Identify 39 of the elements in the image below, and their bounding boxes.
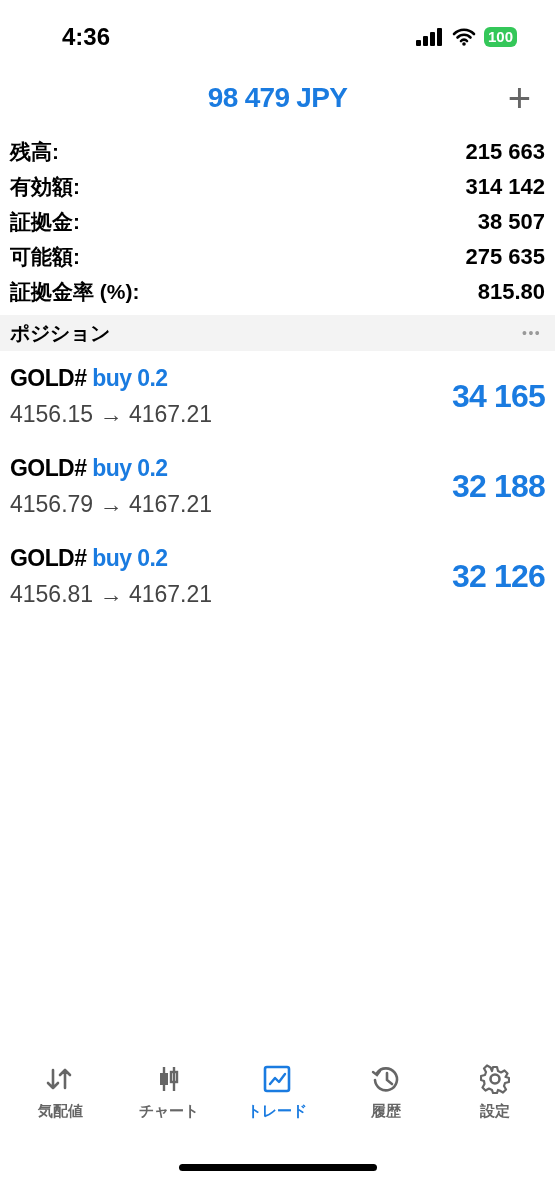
position-order: buy 0.2 — [92, 453, 168, 483]
tab-bar-item[interactable]: 気配値 — [10, 1063, 111, 1122]
settings-icon — [479, 1063, 510, 1094]
wifi-icon — [451, 28, 476, 46]
add-button[interactable]: + — [507, 74, 531, 122]
position-order: buy 0.2 — [92, 543, 168, 573]
account-value: 275 635 — [465, 243, 545, 271]
position-row[interactable]: GOLD# buy 0.2 4156.79 → 4167.21 32 188 — [0, 441, 555, 531]
position-prices: 4156.15 → 4167.21 — [10, 400, 213, 429]
account-value: 38 507 — [477, 208, 545, 236]
position-order: buy 0.2 — [92, 363, 168, 393]
tab-bar-item[interactable]: チャート — [118, 1063, 219, 1122]
section-title: ポジション — [10, 321, 110, 346]
account-value: 314 142 — [465, 173, 545, 201]
account-value: 215 663 — [465, 138, 545, 166]
position-symbol: GOLD# — [10, 363, 87, 393]
position-profit: 32 188 — [451, 467, 545, 506]
account-value: 815.80 — [477, 278, 545, 306]
account-label: 有効額: — [10, 173, 80, 200]
position-symbol: GOLD# — [10, 543, 87, 573]
position-prices: 4156.81 → 4167.21 — [10, 580, 213, 609]
position-profit: 32 126 — [451, 557, 545, 596]
signal-icon — [415, 28, 444, 46]
status-time: 4:36 — [62, 22, 111, 52]
position-symbol: GOLD# — [10, 453, 87, 483]
battery-indicator: 100 — [483, 27, 517, 47]
tab-bar-item[interactable]: 履歴 — [336, 1063, 437, 1122]
account-label: 可能額: — [10, 243, 80, 270]
position-prices: 4156.79 → 4167.21 — [10, 490, 213, 519]
tab-bar-item[interactable]: トレード — [227, 1063, 328, 1122]
account-label: 証拠金: — [10, 208, 80, 235]
position-profit: 34 165 — [451, 377, 545, 416]
position-row[interactable]: GOLD# buy 0.2 4156.15 → 4167.21 34 165 — [0, 351, 555, 441]
tab-bar-item[interactable]: 設定 — [444, 1063, 545, 1122]
account-label: 証拠金率 (%): — [10, 278, 140, 305]
line-chart-icon — [262, 1063, 293, 1094]
balance-title: 98 479 JPY — [207, 81, 348, 115]
position-row[interactable]: GOLD# buy 0.2 4156.81 → 4167.21 32 126 — [0, 531, 555, 621]
account-label: 残高: — [10, 138, 59, 165]
